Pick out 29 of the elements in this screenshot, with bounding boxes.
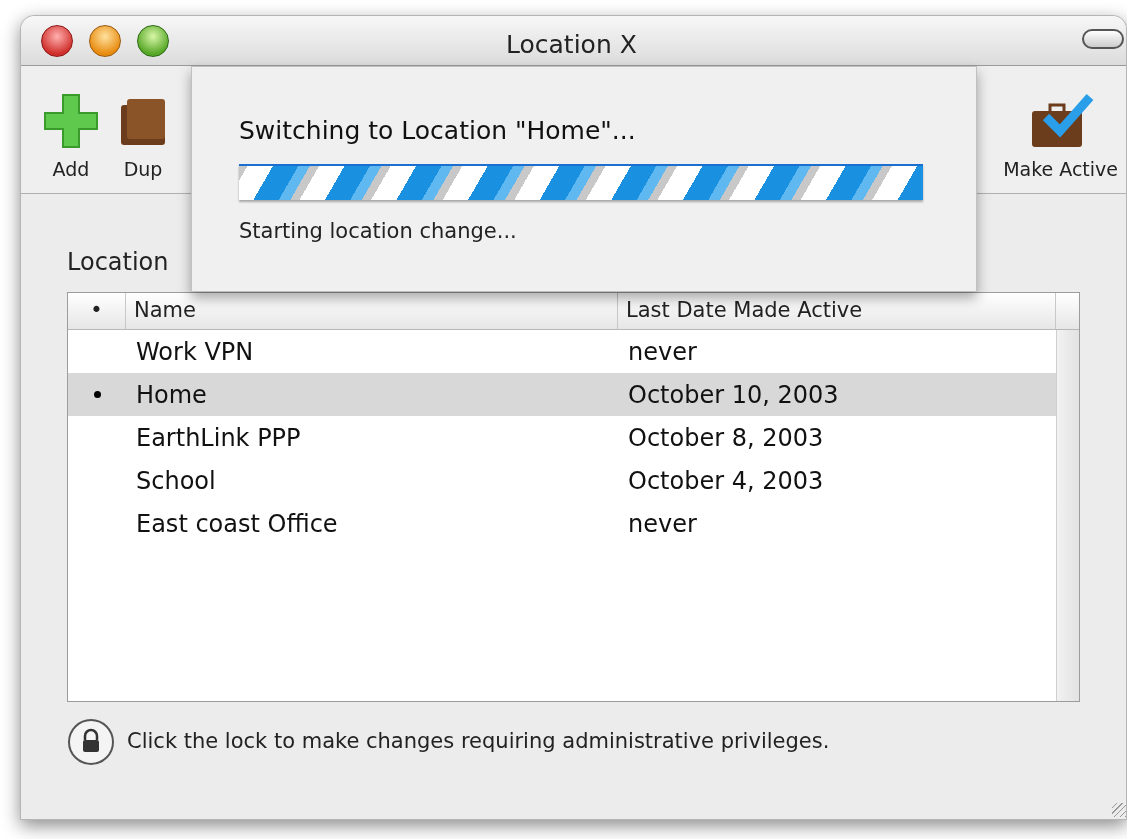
toolbar-button[interactable]: Make Active (997, 90, 1124, 183)
column-header[interactable]: • (68, 293, 126, 329)
lock-icon[interactable] (67, 718, 115, 766)
resize-grip-icon[interactable] (1112, 803, 1126, 817)
sheet-status: Starting location change... (239, 218, 518, 245)
column-header[interactable]: Name (126, 293, 618, 329)
table-cell-text: EarthLink PPP (135, 422, 302, 454)
minimize-button[interactable] (89, 24, 121, 57)
table-cell-text: October 4, 2003 (627, 465, 825, 497)
table-cell-text: never (627, 336, 698, 368)
window-title: Location X (506, 29, 637, 61)
table-cell-text: East coast Office (135, 508, 339, 540)
sheet-title: Switching to Location "Home"... (239, 115, 637, 147)
close-button[interactable] (41, 24, 73, 57)
table-row[interactable]: Home October 10, 2003 (68, 373, 1056, 416)
toolbar-button[interactable]: Dup (107, 90, 179, 183)
zoom-button[interactable] (137, 24, 169, 57)
toolbar-button[interactable]: Add (35, 90, 107, 183)
table-cell-text: Work VPN (135, 336, 255, 368)
section-label: Location (67, 247, 170, 278)
lock-message: Click the lock to make changes requiring administrative privileges. (127, 728, 830, 756)
table-cell-text: October 8, 2003 (627, 422, 825, 454)
table-cell-text: School (135, 465, 217, 497)
table-cell-text: never (627, 508, 698, 540)
table-cell-text: October 10, 2003 (627, 379, 840, 411)
scroll-track[interactable] (1056, 330, 1079, 701)
toolbar-toggle-button[interactable] (1082, 29, 1124, 49)
column-header[interactable]: Last Date Made Active (618, 293, 1056, 329)
table-cell-text: Home (135, 379, 208, 411)
